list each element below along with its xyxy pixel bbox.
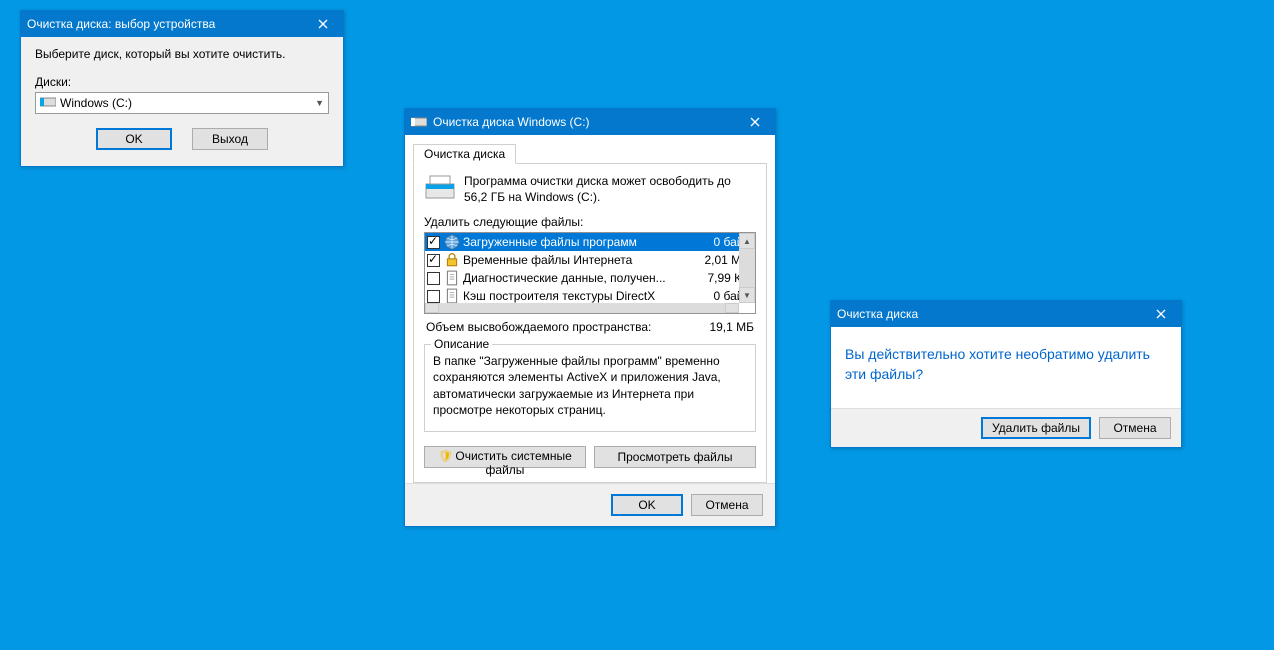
item-name: Загруженные файлы программ	[463, 235, 693, 249]
close-icon	[318, 19, 328, 29]
delete-files-button[interactable]: Удалить файлы	[981, 417, 1091, 439]
scroll-h-track[interactable]	[439, 303, 725, 313]
page-icon	[444, 289, 460, 303]
description-text: В папке "Загруженные файлы программ" вре…	[433, 353, 747, 423]
ok-button[interactable]: OK	[611, 494, 683, 516]
list-item[interactable]: Диагностические данные, получен...7,99 К…	[425, 269, 755, 287]
close-button[interactable]	[1141, 301, 1181, 327]
shield-icon: 🛡	[438, 449, 453, 463]
titlebar[interactable]: Очистка диска	[831, 301, 1181, 327]
cancel-button[interactable]: Отмена	[691, 494, 763, 516]
window-title: Очистка диска Windows (C:)	[433, 115, 735, 129]
scroll-down-arrow[interactable]: ▼	[739, 287, 755, 303]
drive-icon	[40, 96, 56, 110]
description-groupbox: Описание В папке "Загруженные файлы прог…	[424, 344, 756, 432]
checkbox[interactable]	[427, 272, 440, 285]
tab-cleanup[interactable]: Очистка диска	[413, 144, 516, 164]
window-title: Очистка диска: выбор устройства	[27, 17, 303, 31]
item-name: Кэш построителя текстуры DirectX	[463, 289, 693, 303]
lock-icon	[444, 253, 460, 267]
drives-label: Диски:	[35, 75, 329, 89]
checkbox[interactable]	[427, 236, 440, 249]
dialog-footer: Удалить файлы Отмена	[831, 408, 1181, 447]
close-icon	[750, 117, 760, 127]
total-label: Объем высвобождаемого пространства:	[426, 320, 651, 334]
clean-system-files-button[interactable]: 🛡Очистить системные файлы	[424, 446, 586, 468]
scroll-right-arrow[interactable]	[725, 303, 739, 313]
description-label: Описание	[431, 337, 492, 351]
list-item[interactable]: Временные файлы Интернета2,01 МБ	[425, 251, 755, 269]
list-label: Удалить следующие файлы:	[424, 215, 756, 229]
total-value: 19,1 МБ	[709, 320, 754, 334]
globe-icon	[444, 235, 460, 249]
item-name: Временные файлы Интернета	[463, 253, 693, 267]
dialog-footer: OK Отмена	[405, 483, 775, 526]
ok-button[interactable]: OK	[96, 128, 172, 150]
chevron-down-icon: ▼	[315, 98, 324, 108]
drive-icon	[411, 114, 427, 130]
file-listbox[interactable]: Загруженные файлы программ0 байтВременны…	[424, 232, 756, 314]
page-icon	[444, 271, 460, 285]
confirm-dialog: Очистка диска Вы действительно хотите не…	[830, 300, 1182, 448]
checkbox[interactable]	[427, 254, 440, 267]
item-name: Диагностические данные, получен...	[463, 271, 693, 285]
checkbox[interactable]	[427, 290, 440, 303]
drive-dropdown[interactable]: Windows (C:) ▼	[35, 92, 329, 114]
view-files-button[interactable]: Просмотреть файлы	[594, 446, 756, 468]
close-button[interactable]	[303, 11, 343, 37]
message-text: Вы действительно хотите необратимо удали…	[831, 327, 1181, 408]
cleanup-disk-icon	[424, 174, 456, 202]
list-item[interactable]: Загруженные файлы программ0 байт	[425, 233, 755, 251]
instruction-text: Выберите диск, который вы хотите очистит…	[35, 47, 329, 61]
cancel-button[interactable]: Отмена	[1099, 417, 1171, 439]
dialog-body: Выберите диск, который вы хотите очистит…	[21, 37, 343, 166]
scroll-track[interactable]	[739, 249, 755, 287]
scroll-up-arrow[interactable]: ▲	[739, 233, 755, 249]
drive-select-dialog: Очистка диска: выбор устройства Выберите…	[20, 10, 344, 167]
titlebar[interactable]: Очистка диска Windows (C:)	[405, 109, 775, 135]
exit-button[interactable]: Выход	[192, 128, 268, 150]
horizontal-scrollbar[interactable]	[425, 303, 739, 313]
window-title: Очистка диска	[837, 307, 1141, 321]
titlebar[interactable]: Очистка диска: выбор устройства	[21, 11, 343, 37]
intro-text: Программа очистки диска может освободить…	[464, 174, 756, 205]
scroll-left-arrow[interactable]	[425, 303, 439, 313]
close-icon	[1156, 309, 1166, 319]
disk-cleanup-dialog: Очистка диска Windows (C:) Очистка диска…	[404, 108, 776, 527]
selected-drive: Windows (C:)	[60, 96, 315, 110]
tab-panel: Программа очистки диска может освободить…	[413, 163, 767, 483]
close-button[interactable]	[735, 109, 775, 135]
tab-strip: Очистка диска	[405, 135, 775, 163]
vertical-scrollbar[interactable]: ▲ ▼	[739, 233, 755, 303]
